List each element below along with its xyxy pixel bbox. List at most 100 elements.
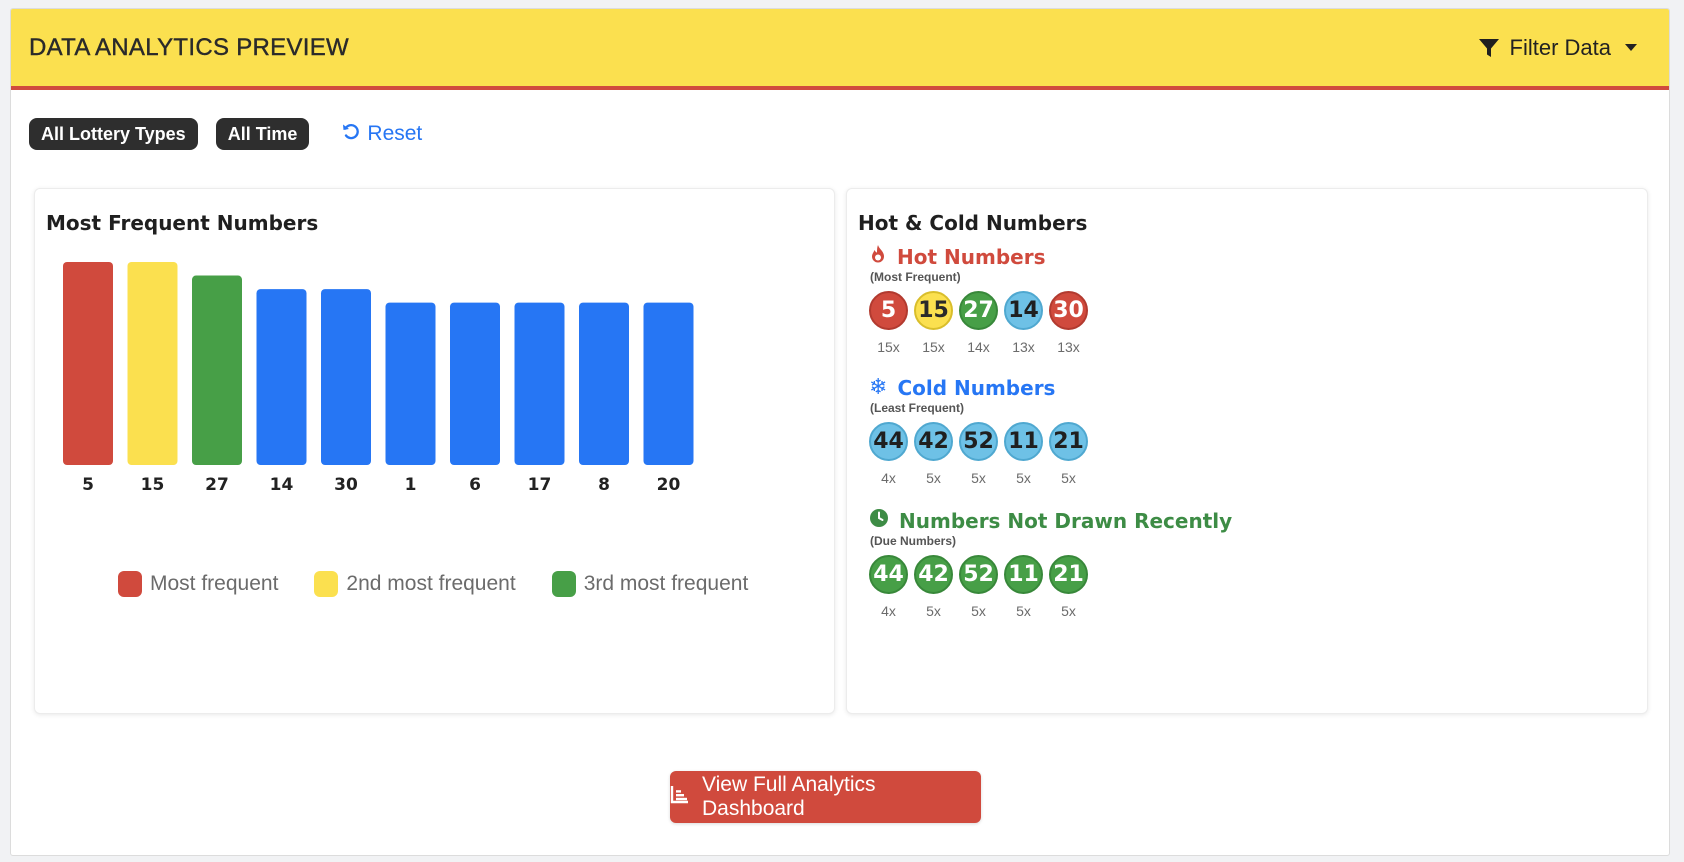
ball-count: 5x: [1016, 470, 1031, 486]
number-ball-item: 14 13x: [1004, 291, 1043, 355]
legend-item-most: Most frequent: [118, 571, 278, 597]
number-ball: 52: [959, 422, 998, 461]
chart-category-label: 8: [598, 475, 610, 495]
hot-cold-panel: Hot & Cold Numbers Hot Numbers (Most Fre…: [846, 188, 1648, 714]
chart-category-label: 5: [82, 475, 94, 495]
ball-count: 15x: [877, 339, 900, 355]
number-ball: 21: [1049, 422, 1088, 461]
undo-icon: [341, 121, 361, 147]
legend-label-most: Most frequent: [150, 572, 279, 595]
number-ball-item: 21 5x: [1049, 422, 1088, 486]
legend-swatch-second: [314, 571, 339, 597]
chart-category-label: 27: [205, 475, 229, 495]
legend-label-third: 3rd most frequent: [583, 572, 749, 595]
legend-item-third: 3rd most frequent: [551, 571, 749, 597]
cold-numbers-title: Cold Numbers: [897, 376, 1056, 400]
chart-bar: [321, 289, 371, 465]
header-bar: DATA ANALYTICS PREVIEW Filter Data: [11, 9, 1669, 90]
number-ball: 42: [914, 422, 953, 461]
number-ball-item: 5 15x: [869, 291, 908, 355]
ball-count: 14x: [967, 339, 990, 355]
legend-item-second: 2nd most frequent: [314, 571, 516, 597]
chart-bar: [643, 302, 694, 465]
chart-category-label: 6: [469, 475, 481, 495]
chart-category-label: 1: [405, 475, 417, 495]
number-ball-item: 30 13x: [1049, 291, 1088, 355]
chart-bar: [579, 302, 629, 465]
number-ball: 42: [914, 555, 953, 594]
chart-bar: [192, 275, 242, 465]
frequency-bar-chart: 5 15 27 14 30 1 6 17 8 20: [63, 262, 694, 495]
number-ball: 44: [869, 555, 908, 594]
ball-count: 5x: [1061, 470, 1076, 486]
hot-numbers-heading: Hot Numbers: [869, 244, 1088, 269]
chart-legend: Most frequent 2nd most frequent 3rd most…: [118, 571, 748, 597]
number-ball-item: 11 5x: [1004, 422, 1043, 486]
ball-count: 5x: [971, 603, 986, 619]
due-numbers-heading: Numbers Not Drawn Recently: [869, 508, 1232, 533]
number-ball: 11: [1004, 555, 1043, 594]
chart-bar: [385, 302, 436, 465]
clock-icon: [869, 508, 889, 533]
ball-count: 5x: [1016, 603, 1031, 619]
number-ball-item: 42 5x: [914, 555, 953, 619]
number-ball: 44: [869, 422, 908, 461]
cold-numbers-heading: ❄ Cold Numbers: [869, 376, 1088, 400]
number-ball: 15: [914, 291, 953, 330]
view-full-dashboard-button[interactable]: View Full Analytics Dashboard: [670, 771, 981, 823]
number-ball-item: 44 4x: [869, 422, 908, 486]
chart-category-label: 17: [528, 475, 552, 495]
number-ball-item: 15 15x: [914, 291, 953, 355]
hot-numbers-list: 5 15x 15 15x 27 14x 14 13x 30 13x: [869, 291, 1088, 355]
number-ball: 21: [1049, 555, 1088, 594]
number-ball: 30: [1049, 291, 1088, 330]
filter-data-label: Filter Data: [1509, 34, 1611, 60]
cold-numbers-subtitle: (Least Frequent): [870, 401, 965, 415]
number-ball: 14: [1004, 291, 1043, 330]
number-ball: 5: [869, 291, 908, 330]
number-ball-item: 27 14x: [959, 291, 998, 355]
number-ball-item: 52 5x: [959, 422, 998, 486]
ball-count: 15x: [922, 339, 945, 355]
chevron-down-icon: [1625, 44, 1637, 51]
chart-area-icon: [670, 784, 690, 810]
hot-numbers-subtitle: (Most Frequent): [870, 270, 961, 284]
legend-swatch-third: [551, 571, 576, 597]
number-ball-item: 11 5x: [1004, 555, 1043, 619]
active-filters: All Lottery Types All Time Reset: [29, 118, 422, 150]
due-numbers-section: Numbers Not Drawn Recently (Due Numbers)…: [869, 508, 1232, 619]
filter-data-dropdown[interactable]: Filter Data: [1478, 35, 1637, 61]
snowflake-icon: ❄: [869, 375, 888, 400]
number-ball-item: 21 5x: [1049, 555, 1088, 619]
number-ball: 11: [1004, 422, 1043, 461]
ball-count: 13x: [1057, 339, 1080, 355]
most-frequent-panel: Most Frequent Numbers 5 15 27 14 30 1 6 17 8 20 M…: [34, 188, 835, 714]
chart-bar: [514, 302, 565, 465]
view-full-dashboard-label: View Full Analytics Dashboard: [702, 773, 876, 820]
ball-count: 4x: [881, 470, 896, 486]
hot-cold-title: Hot & Cold Numbers: [858, 211, 1088, 235]
chart-category-label: 30: [334, 475, 358, 495]
number-ball-item: 42 5x: [914, 422, 953, 486]
chart-bar: [256, 289, 307, 465]
filter-badge-time-range[interactable]: All Time: [215, 118, 310, 150]
ball-count: 5x: [971, 470, 986, 486]
chart-bar: [127, 262, 178, 465]
ball-count: 13x: [1012, 339, 1035, 355]
chart-category-label: 20: [657, 475, 681, 495]
legend-label-second: 2nd most frequent: [346, 572, 516, 595]
ball-count: 5x: [926, 603, 941, 619]
due-numbers-subtitle: (Due Numbers): [870, 534, 957, 548]
reset-button[interactable]: Reset: [341, 121, 422, 147]
number-ball: 27: [959, 291, 998, 330]
filter-icon: [1478, 37, 1500, 59]
hot-numbers-title: Hot Numbers: [897, 244, 1046, 269]
ball-count: 5x: [926, 470, 941, 486]
due-numbers-list: 44 4x 42 5x 52 5x 11 5x 21 5x: [869, 555, 1232, 619]
chart-category-label: 14: [270, 475, 294, 495]
chart-category-label: 15: [141, 475, 165, 495]
filter-badge-lottery-type[interactable]: All Lottery Types: [29, 118, 198, 150]
cold-numbers-list: 44 4x 42 5x 52 5x 11 5x 21 5x: [869, 422, 1088, 486]
legend-swatch-most: [118, 571, 142, 597]
analytics-preview-card: DATA ANALYTICS PREVIEW Filter Data All L…: [10, 8, 1670, 856]
